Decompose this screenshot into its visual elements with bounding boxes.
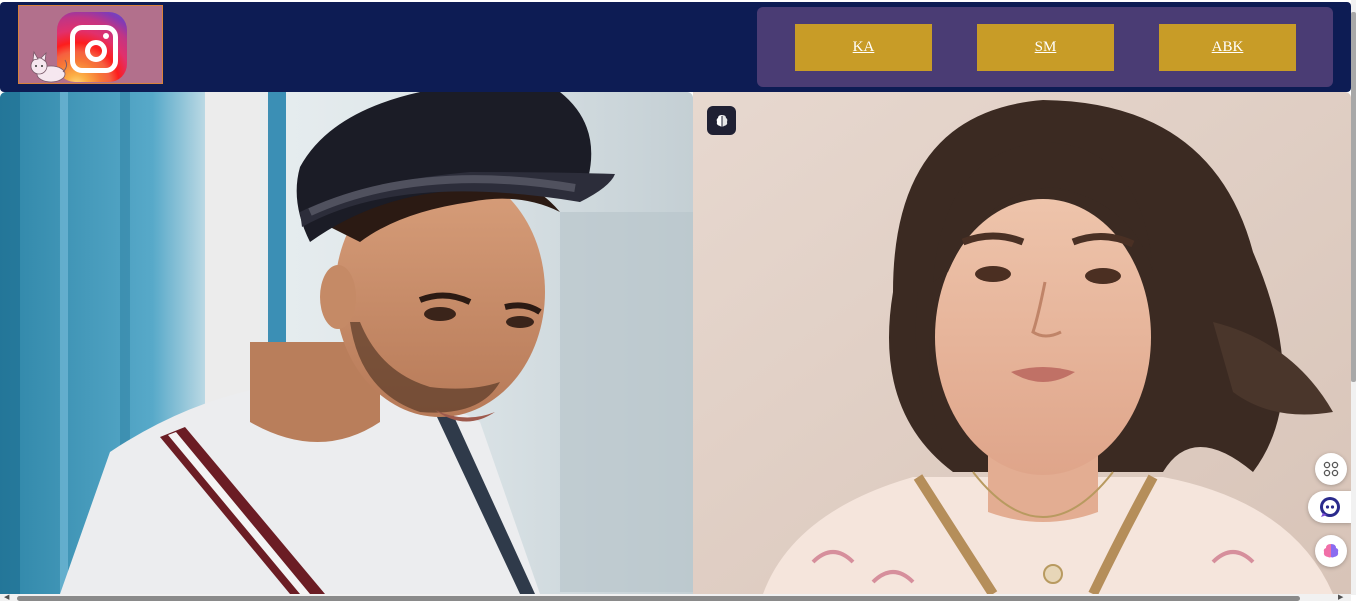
site-header: KA SM ABK xyxy=(0,2,1351,92)
nav-button-sm[interactable]: SM xyxy=(977,24,1114,71)
apps-grid-icon[interactable] xyxy=(1315,453,1347,485)
brain-badge-icon[interactable] xyxy=(707,106,736,135)
horizontal-scrollbar-thumb[interactable] xyxy=(17,596,1300,601)
page: KA SM ABK ◀ ▶ xyxy=(0,0,1356,601)
cat-sticker-icon xyxy=(30,50,68,83)
vertical-scrollbar[interactable] xyxy=(1351,0,1356,595)
vertical-scrollbar-thumb[interactable] xyxy=(1351,12,1356,382)
brain-icon[interactable] xyxy=(1315,535,1347,567)
scroll-left-arrow-icon[interactable]: ◀ xyxy=(4,594,9,601)
nav-button-abk[interactable]: ABK xyxy=(1159,24,1296,71)
photo-man-fedora xyxy=(0,92,693,594)
horizontal-scrollbar[interactable]: ◀ ▶ xyxy=(0,594,1351,601)
scroll-right-arrow-icon[interactable]: ▶ xyxy=(1338,594,1343,601)
logo-box[interactable] xyxy=(18,5,163,84)
nav-button-ka[interactable]: KA xyxy=(795,24,932,71)
photo-woman-portrait xyxy=(693,92,1351,594)
assistant-bot-icon[interactable] xyxy=(1308,491,1352,523)
nav-panel: KA SM ABK xyxy=(757,7,1333,87)
